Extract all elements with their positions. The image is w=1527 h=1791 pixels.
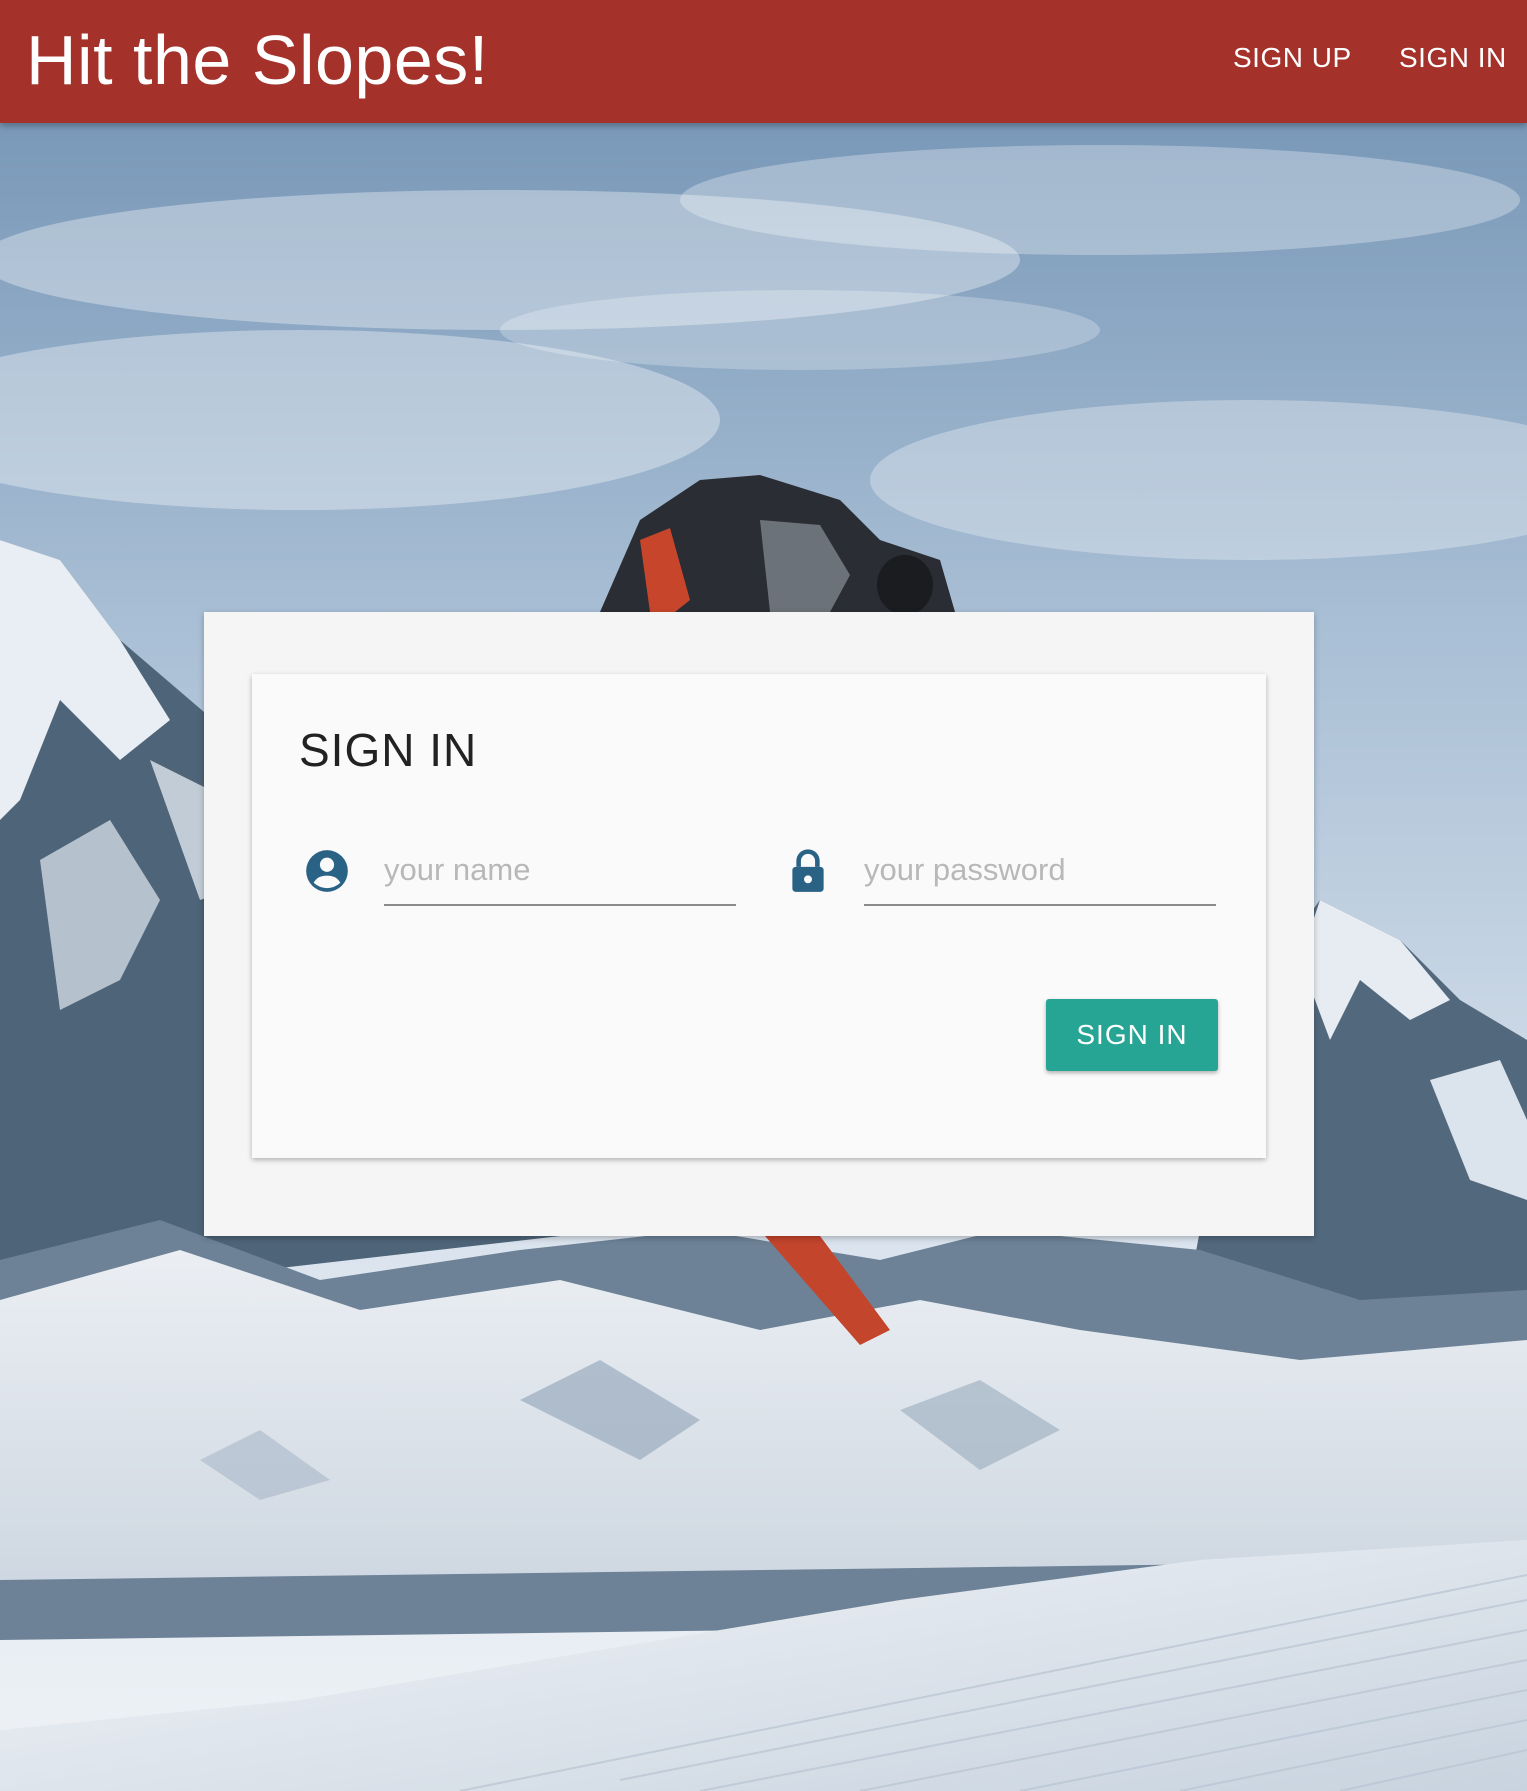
form-title: SIGN IN <box>299 724 478 776</box>
nav-sign-in-link[interactable]: SIGN IN <box>1399 38 1507 78</box>
nav-sign-up-link[interactable]: SIGN UP <box>1233 38 1352 78</box>
sign-in-container: SIGN IN SIGN IN <box>204 612 1314 1236</box>
sign-in-form-card: SIGN IN SIGN IN <box>252 674 1266 1158</box>
username-input[interactable] <box>384 836 736 906</box>
account-circle-icon <box>306 850 348 892</box>
app-title: Hit the Slopes! <box>26 21 489 99</box>
password-input[interactable] <box>864 836 1216 906</box>
app-header: Hit the Slopes! SIGN UP SIGN IN <box>0 0 1527 123</box>
lock-icon <box>792 849 824 892</box>
sign-in-button[interactable]: SIGN IN <box>1046 999 1218 1071</box>
